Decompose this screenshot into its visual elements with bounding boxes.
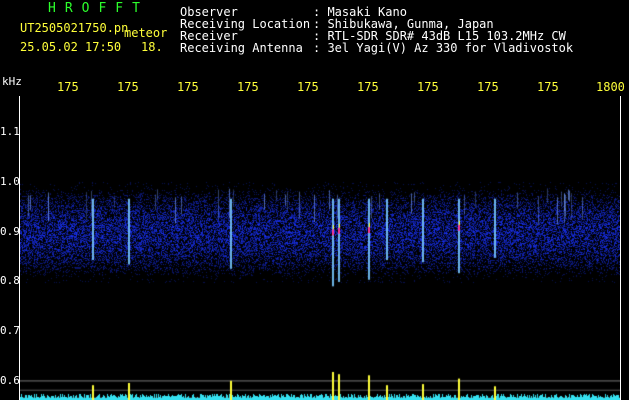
y-tick-label: 0.8 [0, 274, 20, 287]
y-tick-label: 1.0 [0, 175, 20, 188]
x-tick-label: 175 [237, 80, 259, 94]
filename-label: UT2505021750.pn [20, 21, 129, 35]
datetime-label: 25.05.02 17:50 [20, 40, 122, 54]
khz-unit-label: kHz [2, 75, 22, 88]
x-tick-label: 175 [537, 80, 559, 94]
y-tick-label: 0.7 [0, 324, 20, 337]
x-tick-label: 175 [117, 80, 139, 94]
plot-right-border [620, 96, 621, 400]
y-tick-label: 1.1 [0, 125, 20, 138]
app-title: HROFFT [48, 1, 149, 16]
x-tick-label: 175 [177, 80, 199, 94]
antenna-label: Receiving Antenna [180, 41, 303, 55]
meteor-tag: meteor [124, 26, 168, 40]
count-label: 18. [141, 40, 163, 54]
x-tick-label: 175 [477, 80, 499, 94]
x-tick-label: 175 [297, 80, 319, 94]
x-tick-label: 175 [57, 80, 79, 94]
y-tick-label: 0.9 [0, 225, 20, 238]
antenna-value: : 3el Yagi(V) Az 330 for Vladivostok [313, 41, 574, 55]
x-tick-label: 175 [357, 80, 379, 94]
spectrogram-canvas [20, 96, 620, 400]
x-tick-label: 175 [417, 80, 439, 94]
y-tick-label: 0.6 [0, 374, 20, 387]
x-tick-label: 1800 [596, 80, 625, 94]
